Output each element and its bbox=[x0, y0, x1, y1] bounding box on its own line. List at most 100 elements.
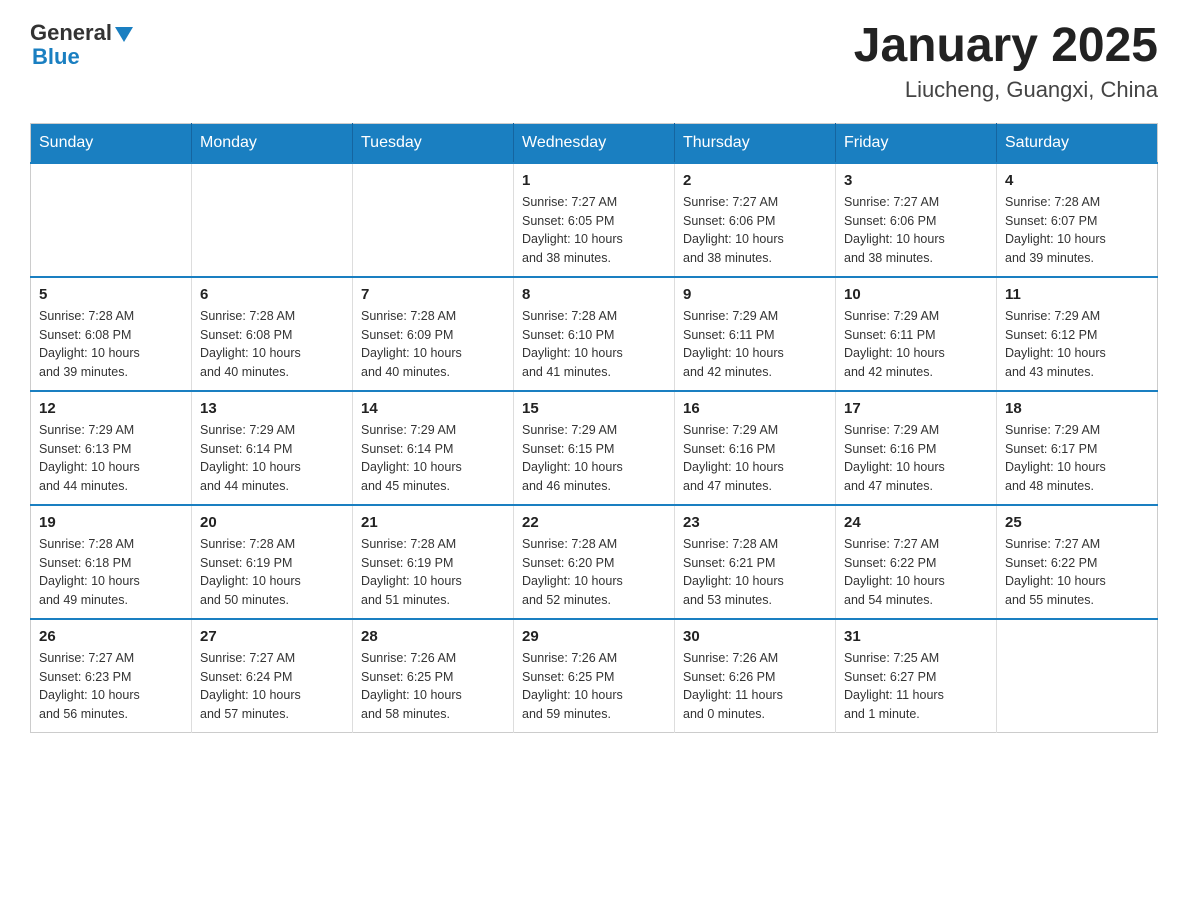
calendar-day-cell: 3 Sunrise: 7:27 AMSunset: 6:06 PMDaylight… bbox=[836, 163, 997, 277]
calendar-week-row: 5Sunrise: 7:28 AMSunset: 6:08 PMDaylight… bbox=[31, 277, 1158, 391]
day-number: 8 bbox=[522, 286, 666, 303]
day-info: Sunrise: 7:26 AMSunset: 6:25 PMDaylight:… bbox=[522, 649, 666, 724]
day-info: Sunrise: 7:28 AMSunset: 6:21 PMDaylight:… bbox=[683, 535, 827, 610]
calendar-week-row: 19 Sunrise: 7:28 AMSunset: 6:18 PMDayligh… bbox=[31, 505, 1158, 619]
calendar-day-cell: 25Sunrise: 7:27 AMSunset: 6:22 PMDayligh… bbox=[997, 505, 1158, 619]
day-info: Sunrise: 7:29 AMSunset: 6:11 PMDaylight:… bbox=[844, 307, 988, 382]
calendar-day-cell bbox=[353, 163, 514, 277]
calendar-week-row: 12 Sunrise: 7:29 AMSunset: 6:13 PMDayligh… bbox=[31, 391, 1158, 505]
day-info: Sunrise: 7:28 AMSunset: 6:08 PMDaylight:… bbox=[39, 307, 183, 382]
calendar-day-cell: 9 Sunrise: 7:29 AMSunset: 6:11 PMDaylight… bbox=[675, 277, 836, 391]
day-info: Sunrise: 7:28 AMSunset: 6:19 PMDaylight:… bbox=[200, 535, 344, 610]
calendar-day-cell: 7 Sunrise: 7:28 AMSunset: 6:09 PMDaylight… bbox=[353, 277, 514, 391]
calendar-day-cell: 31 Sunrise: 7:25 AMSunset: 6:27 PMDayligh… bbox=[836, 619, 997, 733]
calendar-day-cell: 11Sunrise: 7:29 AMSunset: 6:12 PMDayligh… bbox=[997, 277, 1158, 391]
calendar-day-header: Wednesday bbox=[514, 123, 675, 163]
calendar-day-cell: 17 Sunrise: 7:29 AMSunset: 6:16 PMDayligh… bbox=[836, 391, 997, 505]
day-info: Sunrise: 7:29 AMSunset: 6:16 PMDaylight:… bbox=[844, 421, 988, 496]
calendar-week-row: 26Sunrise: 7:27 AMSunset: 6:23 PMDayligh… bbox=[31, 619, 1158, 733]
calendar-day-cell bbox=[31, 163, 192, 277]
title-block: January 2025 Liucheng, Guangxi, China bbox=[854, 20, 1158, 103]
day-number: 16 bbox=[683, 400, 827, 417]
day-info: Sunrise: 7:28 AMSunset: 6:20 PMDaylight:… bbox=[522, 535, 666, 610]
day-number: 10 bbox=[844, 286, 988, 303]
day-number: 29 bbox=[522, 628, 666, 645]
day-number: 14 bbox=[361, 400, 505, 417]
calendar-day-cell: 26Sunrise: 7:27 AMSunset: 6:23 PMDayligh… bbox=[31, 619, 192, 733]
day-number: 11 bbox=[1005, 286, 1149, 303]
day-number: 27 bbox=[200, 628, 344, 645]
calendar-day-cell: 27Sunrise: 7:27 AMSunset: 6:24 PMDayligh… bbox=[192, 619, 353, 733]
day-info: Sunrise: 7:28 AMSunset: 6:09 PMDaylight:… bbox=[361, 307, 505, 382]
calendar-day-header: Tuesday bbox=[353, 123, 514, 163]
day-number: 19 bbox=[39, 514, 183, 531]
day-info: Sunrise: 7:28 AMSunset: 6:07 PMDaylight:… bbox=[1005, 193, 1149, 268]
calendar-day-cell: 20 Sunrise: 7:28 AMSunset: 6:19 PMDayligh… bbox=[192, 505, 353, 619]
day-number: 21 bbox=[361, 514, 505, 531]
day-number: 7 bbox=[361, 286, 505, 303]
day-info: Sunrise: 7:29 AMSunset: 6:16 PMDaylight:… bbox=[683, 421, 827, 496]
day-number: 22 bbox=[522, 514, 666, 531]
calendar-day-header: Sunday bbox=[31, 123, 192, 163]
day-number: 12 bbox=[39, 400, 183, 417]
day-info: Sunrise: 7:27 AMSunset: 6:22 PMDaylight:… bbox=[1005, 535, 1149, 610]
day-info: Sunrise: 7:29 AMSunset: 6:14 PMDaylight:… bbox=[200, 421, 344, 496]
calendar-day-cell: 4Sunrise: 7:28 AMSunset: 6:07 PMDaylight… bbox=[997, 163, 1158, 277]
calendar-week-row: 1 Sunrise: 7:27 AMSunset: 6:05 PMDaylight… bbox=[31, 163, 1158, 277]
day-number: 13 bbox=[200, 400, 344, 417]
day-info: Sunrise: 7:29 AMSunset: 6:14 PMDaylight:… bbox=[361, 421, 505, 496]
day-number: 9 bbox=[683, 286, 827, 303]
calendar-day-cell: 29 Sunrise: 7:26 AMSunset: 6:25 PMDayligh… bbox=[514, 619, 675, 733]
calendar-title: January 2025 bbox=[854, 20, 1158, 73]
day-info: Sunrise: 7:27 AMSunset: 6:06 PMDaylight:… bbox=[844, 193, 988, 268]
logo-general-text: General bbox=[30, 20, 112, 46]
day-info: Sunrise: 7:25 AMSunset: 6:27 PMDaylight:… bbox=[844, 649, 988, 724]
calendar-day-cell: 1 Sunrise: 7:27 AMSunset: 6:05 PMDaylight… bbox=[514, 163, 675, 277]
calendar-day-header: Friday bbox=[836, 123, 997, 163]
day-info: Sunrise: 7:28 AMSunset: 6:08 PMDaylight:… bbox=[200, 307, 344, 382]
day-info: Sunrise: 7:27 AMSunset: 6:05 PMDaylight:… bbox=[522, 193, 666, 268]
calendar-day-cell: 5Sunrise: 7:28 AMSunset: 6:08 PMDaylight… bbox=[31, 277, 192, 391]
calendar-day-header: Saturday bbox=[997, 123, 1158, 163]
calendar-day-cell: 22 Sunrise: 7:28 AMSunset: 6:20 PMDayligh… bbox=[514, 505, 675, 619]
calendar-day-cell: 18 Sunrise: 7:29 AMSunset: 6:17 PMDayligh… bbox=[997, 391, 1158, 505]
day-info: Sunrise: 7:27 AMSunset: 6:22 PMDaylight:… bbox=[844, 535, 988, 610]
calendar-day-cell: 30 Sunrise: 7:26 AMSunset: 6:26 PMDayligh… bbox=[675, 619, 836, 733]
calendar-day-cell: 13 Sunrise: 7:29 AMSunset: 6:14 PMDayligh… bbox=[192, 391, 353, 505]
calendar-day-cell: 10 Sunrise: 7:29 AMSunset: 6:11 PMDayligh… bbox=[836, 277, 997, 391]
day-info: Sunrise: 7:28 AMSunset: 6:19 PMDaylight:… bbox=[361, 535, 505, 610]
day-number: 18 bbox=[1005, 400, 1149, 417]
calendar-day-header: Monday bbox=[192, 123, 353, 163]
logo-blue-text: Blue bbox=[30, 44, 80, 70]
page-header: General Blue January 2025 Liucheng, Guan… bbox=[30, 20, 1158, 103]
day-number: 28 bbox=[361, 628, 505, 645]
day-info: Sunrise: 7:27 AMSunset: 6:06 PMDaylight:… bbox=[683, 193, 827, 268]
day-info: Sunrise: 7:28 AMSunset: 6:10 PMDaylight:… bbox=[522, 307, 666, 382]
day-info: Sunrise: 7:29 AMSunset: 6:15 PMDaylight:… bbox=[522, 421, 666, 496]
calendar-day-cell bbox=[192, 163, 353, 277]
day-info: Sunrise: 7:26 AMSunset: 6:26 PMDaylight:… bbox=[683, 649, 827, 724]
day-info: Sunrise: 7:28 AMSunset: 6:18 PMDaylight:… bbox=[39, 535, 183, 610]
day-info: Sunrise: 7:29 AMSunset: 6:11 PMDaylight:… bbox=[683, 307, 827, 382]
day-number: 1 bbox=[522, 172, 666, 189]
day-info: Sunrise: 7:29 AMSunset: 6:13 PMDaylight:… bbox=[39, 421, 183, 496]
calendar-day-cell: 15Sunrise: 7:29 AMSunset: 6:15 PMDayligh… bbox=[514, 391, 675, 505]
day-number: 3 bbox=[844, 172, 988, 189]
calendar-subtitle: Liucheng, Guangxi, China bbox=[854, 77, 1158, 103]
calendar-table: SundayMondayTuesdayWednesdayThursdayFrid… bbox=[30, 123, 1158, 733]
day-number: 24 bbox=[844, 514, 988, 531]
day-info: Sunrise: 7:27 AMSunset: 6:23 PMDaylight:… bbox=[39, 649, 183, 724]
day-number: 30 bbox=[683, 628, 827, 645]
calendar-day-cell: 2Sunrise: 7:27 AMSunset: 6:06 PMDaylight… bbox=[675, 163, 836, 277]
calendar-header: SundayMondayTuesdayWednesdayThursdayFrid… bbox=[31, 123, 1158, 163]
calendar-day-cell: 6Sunrise: 7:28 AMSunset: 6:08 PMDaylight… bbox=[192, 277, 353, 391]
day-number: 20 bbox=[200, 514, 344, 531]
day-info: Sunrise: 7:29 AMSunset: 6:17 PMDaylight:… bbox=[1005, 421, 1149, 496]
day-number: 17 bbox=[844, 400, 988, 417]
calendar-day-cell: 19 Sunrise: 7:28 AMSunset: 6:18 PMDayligh… bbox=[31, 505, 192, 619]
calendar-day-cell: 8 Sunrise: 7:28 AMSunset: 6:10 PMDaylight… bbox=[514, 277, 675, 391]
calendar-day-cell: 21 Sunrise: 7:28 AMSunset: 6:19 PMDayligh… bbox=[353, 505, 514, 619]
calendar-day-cell bbox=[997, 619, 1158, 733]
day-number: 31 bbox=[844, 628, 988, 645]
calendar-day-cell: 16 Sunrise: 7:29 AMSunset: 6:16 PMDayligh… bbox=[675, 391, 836, 505]
